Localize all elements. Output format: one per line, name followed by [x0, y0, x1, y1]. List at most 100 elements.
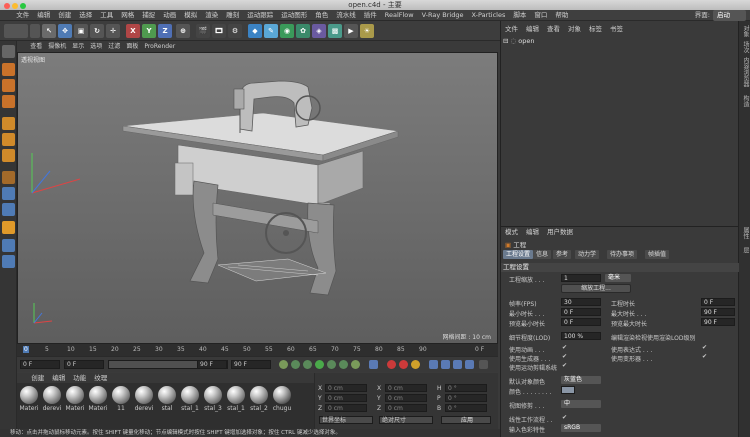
tab-info[interactable]: 信息 [533, 250, 552, 259]
scale-project-button[interactable]: 缩放工程... [561, 284, 631, 293]
use-deformers-checkbox[interactable]: ✔ [701, 353, 708, 360]
menu-window[interactable]: 窗口 [530, 10, 551, 20]
material-swatch[interactable]: stal_1 [179, 385, 201, 412]
z-axis-toggle[interactable]: Z [158, 24, 172, 38]
render-lod-checkbox[interactable] [729, 332, 736, 339]
subdivision-icon[interactable]: ◉ [280, 24, 294, 38]
light-icon[interactable]: ☀ [360, 24, 374, 38]
material-swatch[interactable]: derevi [133, 385, 155, 412]
unit-dropdown[interactable]: 毫米 [605, 274, 631, 282]
position-key-button[interactable] [429, 360, 438, 369]
om-menu-edit[interactable]: 编辑 [522, 24, 543, 35]
workplane-lock-icon[interactable] [2, 239, 15, 252]
material-swatch[interactable]: chugu [271, 385, 293, 412]
material-swatch[interactable]: derevi [41, 385, 63, 412]
render-picture-viewer-icon[interactable]: 🎞 [212, 24, 226, 38]
cube-icon[interactable]: ◆ [248, 24, 262, 38]
preview-max-field[interactable]: 90 F [701, 318, 735, 326]
material-swatch[interactable]: 11 [110, 385, 132, 412]
menu-motion-tracking[interactable]: 运动跟踪 [243, 10, 277, 20]
polygons-mode-icon[interactable] [2, 149, 15, 162]
grid-icon[interactable] [2, 255, 15, 268]
menu-animate[interactable]: 动画 [159, 10, 180, 20]
camera-icon[interactable]: ▶ [344, 24, 358, 38]
min-time-field[interactable]: 0 F [561, 308, 601, 316]
material-menu-texture[interactable]: 纹理 [90, 373, 111, 383]
tab-attributes[interactable]: 属性 [740, 227, 750, 239]
position-z-field[interactable]: 0 cm [325, 404, 367, 412]
tab-reference[interactable]: 参考 [553, 250, 572, 259]
autokey-button[interactable] [399, 360, 408, 369]
render-view-icon[interactable]: 🎬 [196, 24, 210, 38]
perspective-viewport[interactable]: 透视视图 网格间距 : 10 cm [17, 52, 498, 344]
menu-select[interactable]: 选择 [75, 10, 96, 20]
snap-icon[interactable] [2, 203, 15, 216]
attr-menu-edit[interactable]: 编辑 [522, 228, 543, 237]
goto-start-button[interactable] [279, 360, 288, 369]
recent-tools-icon[interactable]: ✛ [106, 24, 120, 38]
workplane-mode-icon[interactable] [2, 95, 15, 108]
axis-mode-icon[interactable] [2, 171, 15, 184]
om-menu-file[interactable]: 文件 [501, 24, 522, 35]
tab-todo[interactable]: 待办事项 [607, 250, 638, 259]
size-mode-dropdown[interactable]: 绝对尺寸 [379, 416, 433, 424]
size-z-field[interactable]: 0 cm [385, 404, 427, 412]
attr-menu-mode[interactable]: 模式 [501, 228, 522, 237]
om-menu-tags[interactable]: 标签 [585, 24, 606, 35]
material-swatch[interactable]: stal_3 [202, 385, 224, 412]
size-x-field[interactable]: 0 cm [385, 384, 427, 392]
use-expressions-checkbox[interactable]: ✔ [701, 344, 708, 351]
viewport-menu-camera[interactable]: 摄像机 [45, 42, 69, 52]
minimize-window-icon[interactable] [12, 3, 18, 9]
menu-plugins[interactable]: 插件 [360, 10, 381, 20]
min-frame-field[interactable]: 0 F [64, 360, 104, 369]
edges-mode-icon[interactable] [2, 133, 15, 146]
menu-pipeline[interactable]: 流水线 [332, 10, 360, 20]
magnet-icon[interactable] [2, 221, 15, 234]
color-swatch[interactable] [561, 386, 575, 394]
menu-mesh[interactable]: 网格 [117, 10, 138, 20]
play-button[interactable] [315, 360, 324, 369]
menu-tools[interactable]: 工具 [96, 10, 117, 20]
rotation-h-field[interactable]: 0 ° [445, 384, 487, 392]
menu-file[interactable]: 文件 [12, 10, 33, 20]
menu-render[interactable]: 渲染 [201, 10, 222, 20]
viewport-menu-options[interactable]: 选项 [87, 42, 105, 52]
x-axis-toggle[interactable]: X [126, 24, 140, 38]
loop-button[interactable] [369, 360, 378, 369]
coordinate-system-icon[interactable]: ⊕ [176, 24, 190, 38]
material-swatch[interactable]: stal_1 [225, 385, 247, 412]
undo-icon[interactable] [4, 24, 28, 38]
timeline-ruler[interactable]: 0 5 10 15 20 25 30 35 40 45 50 55 60 65 … [17, 344, 498, 356]
material-swatch[interactable]: Materi [18, 385, 40, 412]
move-icon[interactable]: ✥ [58, 24, 72, 38]
goto-end-button[interactable] [351, 360, 360, 369]
environment-icon[interactable]: ▩ [328, 24, 342, 38]
y-axis-toggle[interactable]: Y [142, 24, 156, 38]
project-scale-field[interactable]: 1 [561, 274, 601, 282]
linear-workflow-checkbox[interactable]: ✔ [561, 414, 568, 421]
array-icon[interactable]: ✿ [296, 24, 310, 38]
zoom-window-icon[interactable] [20, 3, 26, 9]
prev-key-button[interactable] [291, 360, 300, 369]
preview-max-field[interactable]: 90 F [231, 360, 271, 369]
material-swatch[interactable]: stal_2 [248, 385, 270, 412]
tab-structure[interactable]: 构造 [740, 95, 750, 107]
tab-objects[interactable]: 对象 [740, 25, 750, 37]
tab-layers[interactable]: 层 [740, 247, 750, 253]
param-key-button[interactable] [465, 360, 474, 369]
menu-vray[interactable]: V-Ray Bridge [418, 10, 468, 20]
tab-takes[interactable]: 场次 [740, 41, 750, 53]
om-menu-bookmarks[interactable]: 书签 [606, 24, 627, 35]
render-settings-icon[interactable]: ⚙ [228, 24, 242, 38]
position-x-field[interactable]: 0 cm [325, 384, 367, 392]
deformer-icon[interactable]: ◈ [312, 24, 326, 38]
preview-min-field[interactable]: 0 F [561, 318, 601, 326]
redo-icon[interactable] [30, 24, 40, 38]
object-row[interactable]: ⊟ ◌ open [503, 37, 613, 46]
tab-dynamics[interactable]: 动力学 [575, 250, 600, 259]
tweak-mode-icon[interactable] [2, 187, 15, 200]
max-time-field[interactable]: 90 F [701, 308, 735, 316]
model-mode-icon[interactable] [2, 63, 15, 76]
viewport-menu-display[interactable]: 显示 [69, 42, 87, 52]
